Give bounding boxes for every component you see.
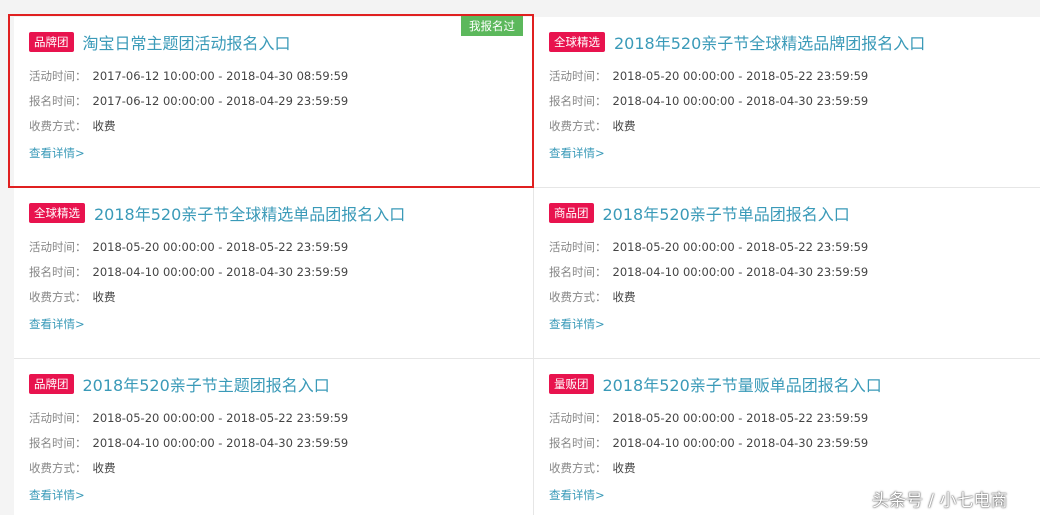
signup-time-value: 2018-04-10 00:00:00 - 2018-04-30 23:59:5… — [92, 265, 349, 279]
activity-tag: 品牌团 — [29, 373, 74, 394]
signup-time-row: 报名时间： 2018-04-10 00:00:00 - 2018-04-30 23… — [29, 437, 523, 450]
fee-value: 收费 — [92, 461, 116, 475]
signup-time-row: 报名时间： 2018-04-10 00:00:00 - 2018-04-30 23… — [29, 266, 523, 279]
activity-title-link[interactable]: 2018年520亲子节单品团报名入口 — [603, 201, 850, 225]
top-band — [0, 0, 1040, 17]
activity-card: 全球精选 2018年520亲子节全球精选单品团报名入口 活动时间： 2018-05… — [14, 188, 534, 359]
signup-time-value: 2018-04-10 00:00:00 - 2018-04-30 23:59:5… — [612, 94, 869, 108]
fee-row: 收费方式： 收费 — [29, 120, 523, 133]
signup-time-value: 2018-04-10 00:00:00 - 2018-04-30 23:59:5… — [612, 436, 869, 450]
activity-tag: 量贩团 — [549, 373, 594, 394]
activity-grid: 品牌团 淘宝日常主题团活动报名入口 活动时间： 2017-06-12 10:00:… — [14, 17, 1040, 515]
signup-time-label: 报名时间： — [29, 94, 87, 108]
signup-time-value: 2018-04-10 00:00:00 - 2018-04-30 23:59:5… — [612, 265, 869, 279]
view-detail-link[interactable]: 查看详情> — [29, 487, 85, 503]
signup-time-label: 报名时间： — [549, 265, 607, 279]
activity-time-label: 活动时间： — [549, 411, 607, 425]
signup-time-label: 报名时间： — [549, 436, 607, 450]
activity-tag: 商品团 — [549, 202, 594, 223]
fee-row: 收费方式： 收费 — [29, 291, 523, 304]
fee-row: 收费方式： 收费 — [549, 120, 1030, 133]
signup-time-value: 2018-04-10 00:00:00 - 2018-04-30 23:59:5… — [92, 436, 349, 450]
activity-time-row: 活动时间： 2018-05-20 00:00:00 - 2018-05-22 23… — [549, 70, 1030, 83]
signup-time-label: 报名时间： — [29, 265, 87, 279]
activity-time-value: 2018-05-20 00:00:00 - 2018-05-22 23:59:5… — [612, 411, 869, 425]
activity-title-link[interactable]: 淘宝日常主题团活动报名入口 — [83, 30, 291, 54]
fee-label: 收费方式： — [549, 461, 607, 475]
fee-label: 收费方式： — [549, 119, 607, 133]
watermark: 头条号 / 小七电商 — [872, 491, 1008, 511]
activity-time-row: 活动时间： 2018-05-20 00:00:00 - 2018-05-22 23… — [29, 241, 523, 254]
fee-label: 收费方式： — [549, 290, 607, 304]
fee-row: 收费方式： 收费 — [549, 462, 1030, 475]
fee-label: 收费方式： — [29, 290, 87, 304]
activity-time-row: 活动时间： 2018-05-20 00:00:00 - 2018-05-22 23… — [549, 241, 1030, 254]
signup-time-row: 报名时间： 2017-06-12 00:00:00 - 2018-04-29 23… — [29, 95, 523, 108]
activity-time-label: 活动时间： — [549, 240, 607, 254]
fee-row: 收费方式： 收费 — [549, 291, 1030, 304]
fee-row: 收费方式： 收费 — [29, 462, 523, 475]
activity-time-value: 2018-05-20 00:00:00 - 2018-05-22 23:59:5… — [92, 411, 349, 425]
view-detail-link[interactable]: 查看详情> — [549, 316, 605, 332]
activity-time-label: 活动时间： — [29, 240, 87, 254]
view-detail-link[interactable]: 查看详情> — [549, 145, 605, 161]
activity-time-label: 活动时间： — [29, 69, 87, 83]
activity-time-label: 活动时间： — [549, 69, 607, 83]
activity-time-value: 2018-05-20 00:00:00 - 2018-05-22 23:59:5… — [612, 240, 869, 254]
fee-value: 收费 — [612, 290, 636, 304]
activity-time-label: 活动时间： — [29, 411, 87, 425]
activity-time-row: 活动时间： 2018-05-20 00:00:00 - 2018-05-22 23… — [549, 412, 1030, 425]
signed-up-badge: 我报名过 — [461, 16, 523, 36]
activity-time-value: 2018-05-20 00:00:00 - 2018-05-22 23:59:5… — [612, 69, 869, 83]
view-detail-link[interactable]: 查看详情> — [549, 487, 605, 503]
activity-time-value: 2017-06-12 10:00:00 - 2018-04-30 08:59:5… — [92, 69, 349, 83]
signup-time-row: 报名时间： 2018-04-10 00:00:00 - 2018-04-30 23… — [549, 437, 1030, 450]
fee-value: 收费 — [92, 119, 116, 133]
signup-time-value: 2017-06-12 00:00:00 - 2018-04-29 23:59:5… — [92, 94, 349, 108]
activity-card: 品牌团 淘宝日常主题团活动报名入口 活动时间： 2017-06-12 10:00:… — [14, 17, 534, 188]
activity-tag: 全球精选 — [29, 202, 85, 223]
activity-card: 全球精选 2018年520亲子节全球精选品牌团报名入口 活动时间： 2018-05… — [534, 17, 1040, 188]
activity-tag: 全球精选 — [549, 31, 605, 52]
signup-time-label: 报名时间： — [549, 94, 607, 108]
activity-card: 品牌团 2018年520亲子节主题团报名入口 活动时间： 2018-05-20 0… — [14, 359, 534, 515]
activity-title-link[interactable]: 2018年520亲子节主题团报名入口 — [83, 372, 330, 396]
fee-label: 收费方式： — [29, 461, 87, 475]
activity-time-row: 活动时间： 2018-05-20 00:00:00 - 2018-05-22 23… — [29, 412, 523, 425]
fee-value: 收费 — [92, 290, 116, 304]
view-detail-link[interactable]: 查看详情> — [29, 145, 85, 161]
activity-card: 商品团 2018年520亲子节单品团报名入口 活动时间： 2018-05-20 0… — [534, 188, 1040, 359]
fee-value: 收费 — [612, 119, 636, 133]
fee-label: 收费方式： — [29, 119, 87, 133]
activity-title-link[interactable]: 2018年520亲子节全球精选单品团报名入口 — [94, 201, 405, 225]
signup-time-label: 报名时间： — [29, 436, 87, 450]
signup-time-row: 报名时间： 2018-04-10 00:00:00 - 2018-04-30 23… — [549, 266, 1030, 279]
activity-time-value: 2018-05-20 00:00:00 - 2018-05-22 23:59:5… — [92, 240, 349, 254]
fee-value: 收费 — [612, 461, 636, 475]
activity-tag: 品牌团 — [29, 31, 74, 52]
view-detail-link[interactable]: 查看详情> — [29, 316, 85, 332]
activity-time-row: 活动时间： 2017-06-12 10:00:00 - 2018-04-30 08… — [29, 70, 523, 83]
activity-title-link[interactable]: 2018年520亲子节量贩单品团报名入口 — [603, 372, 882, 396]
activity-title-link[interactable]: 2018年520亲子节全球精选品牌团报名入口 — [614, 30, 925, 54]
signup-time-row: 报名时间： 2018-04-10 00:00:00 - 2018-04-30 23… — [549, 95, 1030, 108]
